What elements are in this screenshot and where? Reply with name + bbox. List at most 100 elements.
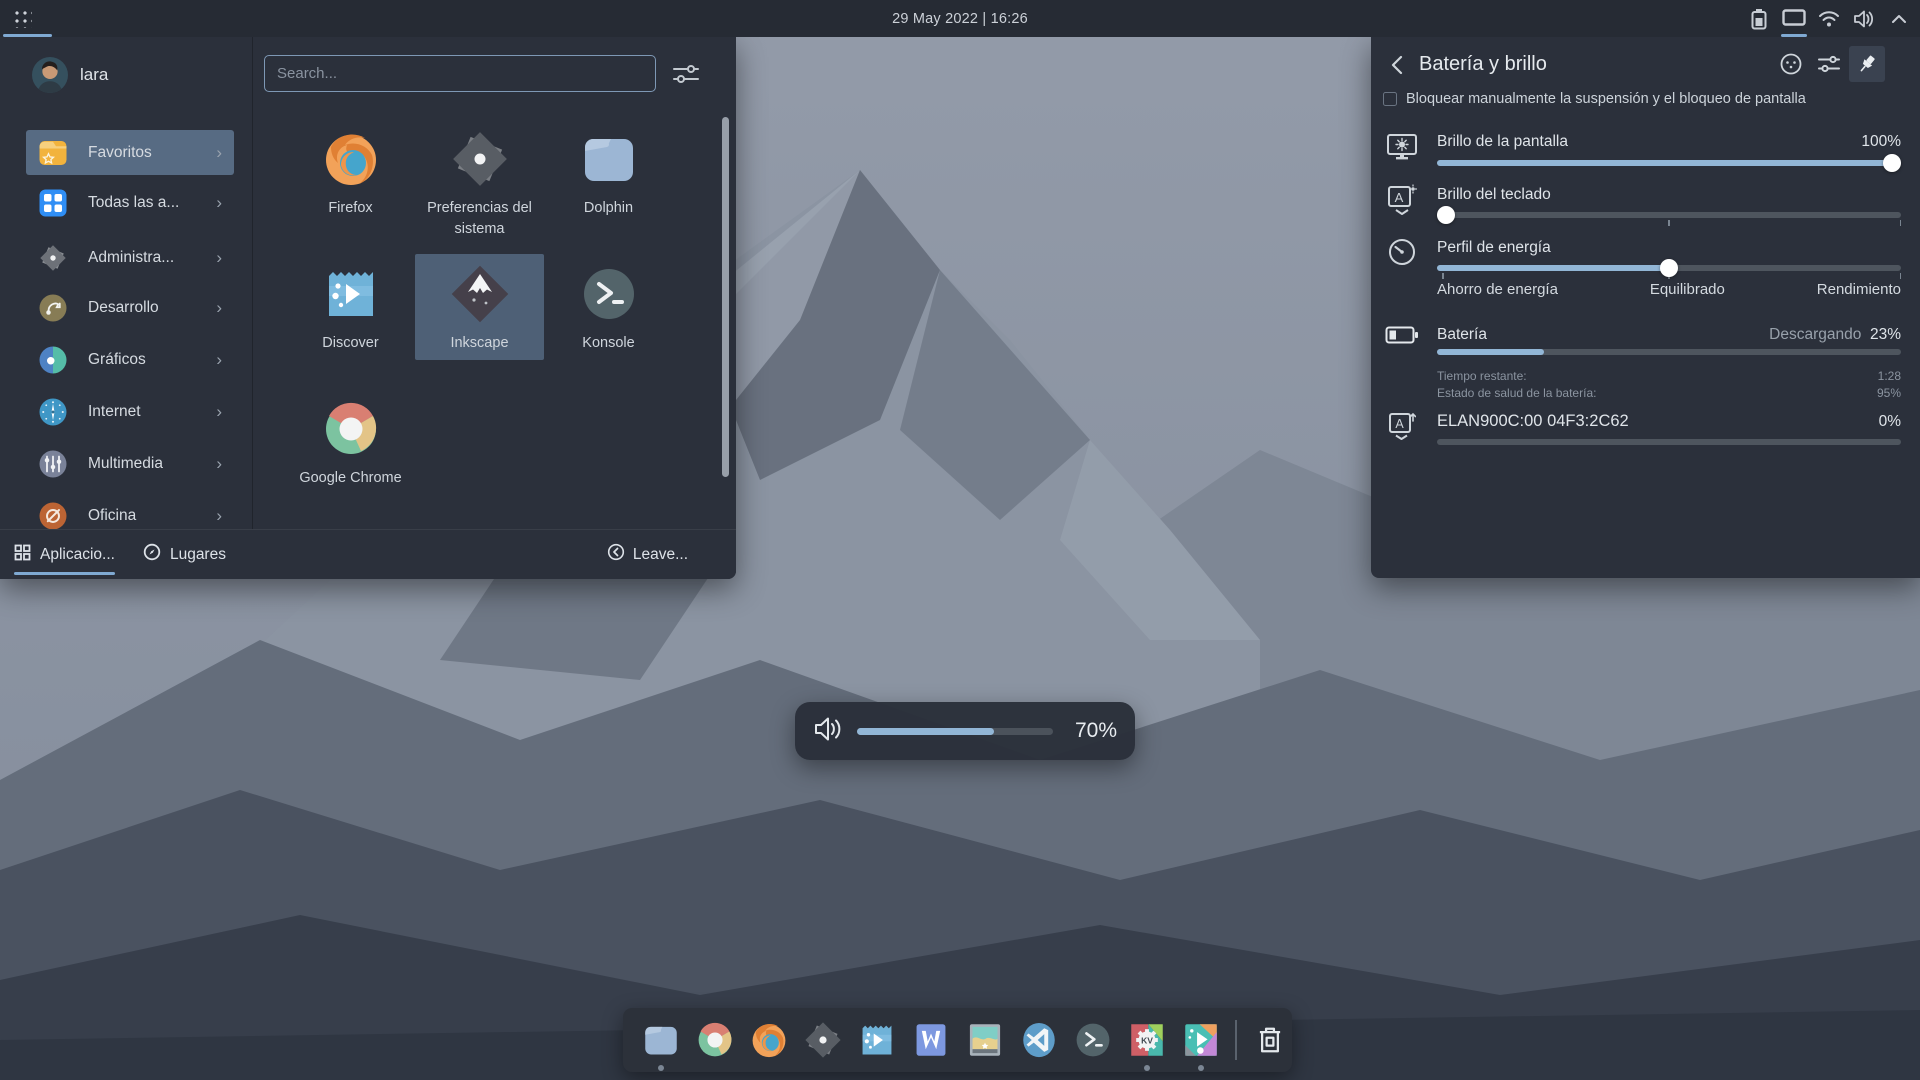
app-tile-preferencias-del-sistema[interactable]: Preferencias del sistema [415,119,544,240]
screen-brightness-icon [1385,133,1419,161]
chevron-right-icon: › [216,298,222,318]
sidebar-item-graficos[interactable]: Gráficos › [26,337,234,382]
checkbox[interactable] [1383,92,1397,106]
user-avatar [32,57,68,93]
firefox-icon [319,127,383,191]
sidebar-item-label: Administra... [88,249,216,267]
sidebar-item-label: Gráficos [88,351,216,369]
dock-item-discover[interactable] [855,1018,899,1062]
app-tile-inkscape[interactable]: Inkscape [415,254,544,360]
sidebar-item-todas-las-aplicaciones[interactable]: Todas las a... › [26,180,234,225]
profile-option-rendimiento[interactable]: Rendimiento [1817,281,1901,298]
sidebar-item-label: Multimedia [88,455,216,473]
dock-item-image-gallery[interactable] [963,1018,1007,1062]
menu-divider [252,37,253,529]
expand-tray-icon[interactable] [1886,0,1912,37]
chevron-right-icon: › [216,143,222,163]
app-grid-row-3: Google Chrome [286,389,673,495]
google-chrome-icon [319,397,383,461]
system-settings-icon [448,127,512,191]
svg-text:A: A [1395,417,1404,431]
sidebar-item-favoritos[interactable]: Favoritos › [26,130,234,175]
app-tile-dolphin[interactable]: Dolphin [544,119,673,240]
power-profile-options: Ahorro de energía Equilibrado Rendimient… [1437,281,1901,298]
dock-item-system-settings[interactable] [801,1018,845,1062]
battery-progress-bar [1437,349,1901,355]
chevron-right-icon: › [216,402,222,422]
sidebar-item-desarrollo[interactable]: Desarrollo › [26,285,234,330]
peripheral-percent: 0% [1879,413,1901,431]
search-input[interactable] [264,55,656,92]
battery-tray-icon[interactable] [1746,0,1772,37]
profile-option-equilibrado[interactable]: Equilibrado [1650,281,1725,298]
tab-label: Aplicacio... [40,546,115,564]
dock-item-firefox[interactable] [747,1018,791,1062]
digital-clock[interactable]: 29 May 2022 | 16:26 [0,0,1920,37]
chevron-right-icon: › [216,454,222,474]
configure-icon[interactable] [1811,46,1847,82]
user-row[interactable]: lara [32,57,108,93]
peripheral-row: ELAN900C:00 04F3:2C62 0% [1437,412,1901,431]
app-label: Konsole [549,333,669,354]
internet-globe-icon [38,397,68,427]
speaker-icon [813,715,843,748]
volume-osd-percent: 70% [1067,719,1117,743]
applications-tab-icon [14,544,31,566]
dock-item-krita[interactable] [1179,1018,1223,1062]
wifi-icon[interactable] [1816,0,1842,37]
peripheral-keyboard-icon: A [1385,411,1419,441]
search-filter-icon[interactable] [672,62,700,86]
app-tile-google-chrome[interactable]: Google Chrome [286,389,415,495]
app-tile-konsole[interactable]: Konsole [544,254,673,360]
manual-lock-checkbox-row[interactable]: Bloquear manualmente la suspensión y el … [1383,91,1806,107]
panel-title: Batería y brillo [1419,53,1547,76]
volume-osd-fill [857,728,994,735]
running-indicator [1144,1065,1150,1071]
display-tray-icon[interactable] [1781,0,1807,37]
tab-lugares[interactable]: Lugares [129,530,240,580]
screen-brightness-slider[interactable] [1437,154,1901,172]
dock-item-konsole[interactable] [1071,1018,1115,1062]
battery-health-label: Estado de salud de la batería: [1437,386,1596,400]
profile-option-ahorro[interactable]: Ahorro de energía [1437,281,1558,298]
dock-item-kdenlive[interactable] [1125,1018,1169,1062]
keyboard-brightness-icon: A [1385,184,1419,216]
peripheral-progress-bar [1437,439,1901,445]
top-panel: 29 May 2022 | 16:26 [0,0,1920,37]
menu-scrollbar[interactable] [722,117,729,477]
volume-osd: 70% [795,702,1135,760]
dock-item-dolphin[interactable] [639,1018,683,1062]
pin-icon[interactable] [1849,46,1885,82]
app-label: Inkscape [420,333,540,354]
app-tile-firefox[interactable]: Firefox [286,119,415,240]
administration-gear-icon [38,243,68,273]
dock-item-google-chrome[interactable] [693,1018,737,1062]
power-profile-slider[interactable] [1437,259,1901,277]
trash-icon[interactable] [1251,1018,1289,1062]
time-remaining-value: 1:28 [1878,369,1901,383]
app-tile-discover[interactable]: Discover [286,254,415,360]
battery-time-row: Tiempo restante: 1:28 [1437,369,1901,383]
back-button[interactable] [1383,51,1411,79]
battery-brightness-panel: Batería y brillo Bloquear manualmente la… [1371,37,1920,578]
keyboard-brightness-slider[interactable] [1437,206,1901,224]
konsole-icon [577,262,641,326]
sidebar-item-internet[interactable]: Internet › [26,389,234,434]
status-emoji-icon[interactable] [1773,46,1809,82]
dock-item-writer[interactable] [909,1018,953,1062]
peripheral-label: ELAN900C:00 04F3:2C62 [1437,412,1629,431]
app-label: Google Chrome [291,468,411,489]
application-launcher-menu: lara Favoritos › Todas las a... › Admini… [0,37,736,579]
leave-label: Leave... [633,546,688,564]
sidebar-item-multimedia[interactable]: Multimedia › [26,441,234,486]
discover-icon [319,262,383,326]
volume-tray-icon[interactable] [1851,0,1877,37]
development-icon [38,293,68,323]
leave-button[interactable]: Leave... [607,530,688,580]
tab-aplicaciones[interactable]: Aplicacio... [0,530,129,580]
sidebar-item-administracion[interactable]: Administra... › [26,235,234,280]
dock-item-vscode[interactable] [1017,1018,1061,1062]
running-indicator [658,1065,664,1071]
running-indicator [1198,1065,1204,1071]
chevron-right-icon: › [216,506,222,526]
